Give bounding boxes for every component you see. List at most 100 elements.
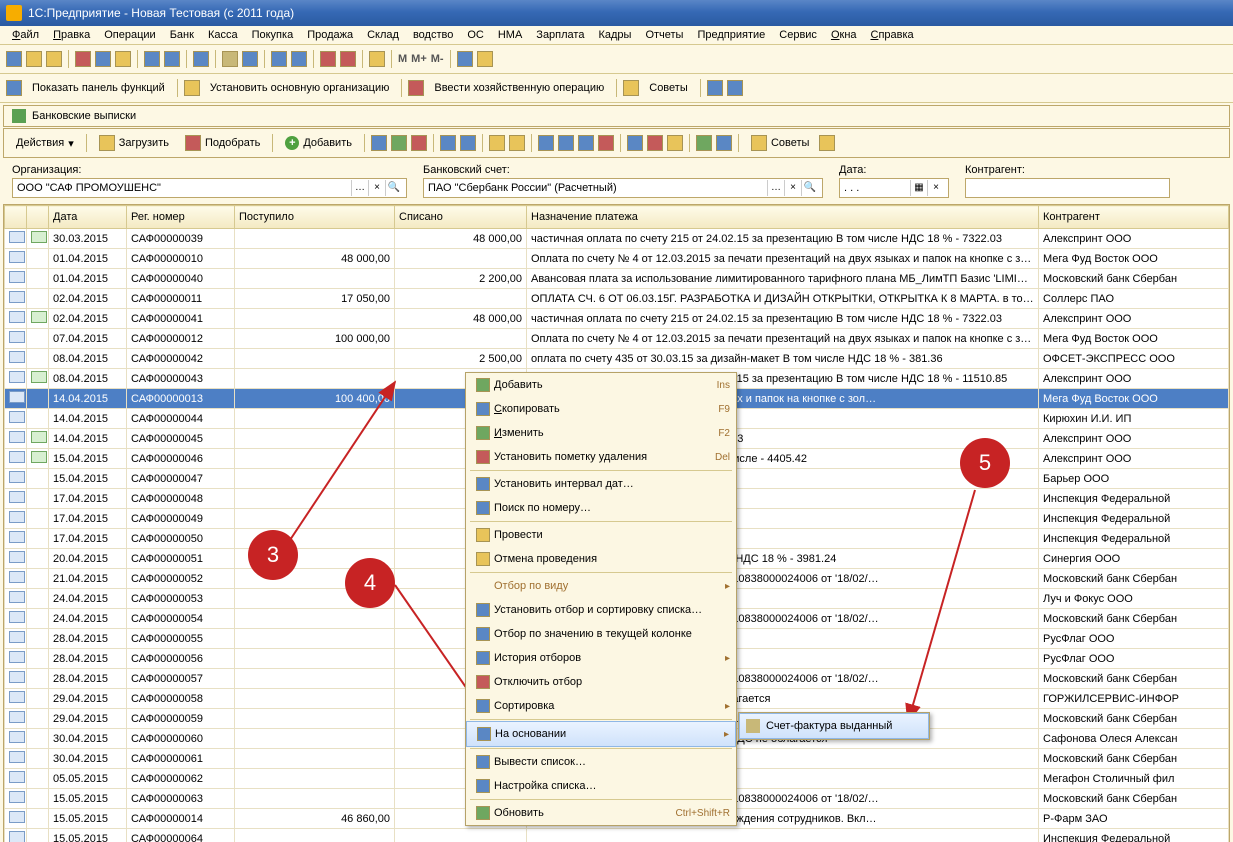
- ctx-настройка-списка-[interactable]: Настройка списка…: [466, 774, 736, 798]
- actions-menu[interactable]: Действия ▾: [10, 135, 80, 152]
- cut-icon[interactable]: [75, 51, 91, 67]
- menu-сервис[interactable]: Сервис: [773, 27, 823, 43]
- clear-icon[interactable]: ×: [927, 180, 944, 196]
- org-icon[interactable]: [184, 80, 200, 96]
- tips-icon[interactable]: [623, 80, 639, 96]
- interval-icon[interactable]: [440, 135, 456, 151]
- clear-icon[interactable]: ×: [784, 180, 801, 196]
- basis-icon[interactable]: [627, 135, 643, 151]
- table-row[interactable]: 08.04.2015САФ000000422 500,00оплата по с…: [5, 349, 1229, 369]
- calendar-icon[interactable]: ▦: [910, 180, 927, 196]
- menu-правка[interactable]: Правка: [47, 27, 96, 43]
- select-icon[interactable]: …: [351, 180, 368, 196]
- menu-нма[interactable]: НМА: [492, 27, 528, 43]
- table-row[interactable]: 02.04.2015САФ0000001117 050,00ОПЛАТА СЧ.…: [5, 289, 1229, 309]
- tool-icon[interactable]: [457, 51, 473, 67]
- column-header[interactable]: [27, 206, 49, 229]
- menu-операции[interactable]: Операции: [98, 27, 161, 43]
- column-header[interactable]: Контрагент: [1039, 206, 1229, 229]
- search-icon[interactable]: [460, 135, 476, 151]
- account-input[interactable]: ПАО "Сбербанк России" (Расчетный) … × 🔍: [423, 178, 823, 198]
- ctx-провести[interactable]: Провести: [466, 523, 736, 547]
- ctx-установить-интервал-дат-[interactable]: Установить интервал дат…: [466, 472, 736, 496]
- filter-icon[interactable]: [538, 135, 554, 151]
- table-row[interactable]: 07.04.2015САФ00000012100 000,00Оплата по…: [5, 329, 1229, 349]
- menu-ос[interactable]: ОС: [461, 27, 490, 43]
- paste-icon[interactable]: [115, 51, 131, 67]
- tips-button[interactable]: Советы: [643, 80, 693, 96]
- help-icon[interactable]: [477, 51, 493, 67]
- ctx-изменить[interactable]: ИзменитьF2: [466, 421, 736, 445]
- m-label[interactable]: M: [398, 53, 407, 65]
- ctx-скопировать[interactable]: СкопироватьF9: [466, 397, 736, 421]
- menu-окна[interactable]: Окна: [825, 27, 863, 43]
- fav-icon[interactable]: [369, 51, 385, 67]
- dt-icon[interactable]: [320, 51, 336, 67]
- goto-icon[interactable]: [291, 51, 307, 67]
- undo-icon[interactable]: [144, 51, 160, 67]
- oper-icon[interactable]: [408, 80, 424, 96]
- column-header[interactable]: [5, 206, 27, 229]
- ctx-установить-пометку-удаления[interactable]: Установить пометку удаленияDel: [466, 445, 736, 469]
- calendar-icon[interactable]: [242, 51, 258, 67]
- dtkt-icon[interactable]: [647, 135, 663, 151]
- column-header[interactable]: Рег. номер: [127, 206, 235, 229]
- open-icon[interactable]: [26, 51, 42, 67]
- menu-кадры[interactable]: Кадры: [592, 27, 637, 43]
- ctx-отмена-проведения[interactable]: Отмена проведения: [466, 547, 736, 571]
- enter-operation-button[interactable]: Ввести хозяйственную операцию: [428, 80, 610, 96]
- edit-icon[interactable]: [391, 135, 407, 151]
- ctx-обновить[interactable]: ОбновитьCtrl+Shift+R: [466, 801, 736, 825]
- menu-продажа[interactable]: Продажа: [301, 27, 359, 43]
- extra-icon[interactable]: [707, 80, 723, 96]
- find-icon[interactable]: [193, 51, 209, 67]
- counterparty-input[interactable]: [965, 178, 1170, 198]
- pick-button[interactable]: Подобрать: [179, 133, 266, 153]
- menu-предприятие[interactable]: Предприятие: [691, 27, 771, 43]
- mminus-label[interactable]: M-: [431, 53, 444, 65]
- ctx-вывести-список-[interactable]: Вывести список…: [466, 750, 736, 774]
- filter-col-icon[interactable]: [558, 135, 574, 151]
- menu-склад[interactable]: Склад: [361, 27, 405, 43]
- submenu-invoice-issued[interactable]: Счет-фактура выданный: [739, 713, 929, 739]
- filter-hist-icon[interactable]: [578, 135, 594, 151]
- table-row[interactable]: 01.04.2015САФ000000402 200,00Авансовая п…: [5, 269, 1229, 289]
- ctx-сортировка[interactable]: Сортировка▸: [466, 694, 736, 718]
- tips-button[interactable]: Советы: [745, 133, 815, 153]
- table-row[interactable]: 02.04.2015САФ0000004148 000,00частичная …: [5, 309, 1229, 329]
- delete-icon[interactable]: [411, 135, 427, 151]
- menu-отчеты[interactable]: Отчеты: [639, 27, 689, 43]
- ctx-на-основании[interactable]: На основании▸: [466, 721, 736, 747]
- show-panel-button[interactable]: Показать панель функций: [26, 80, 171, 96]
- menu-банк[interactable]: Банк: [164, 27, 200, 43]
- struct-icon[interactable]: [667, 135, 683, 151]
- kt-icon[interactable]: [340, 51, 356, 67]
- column-header[interactable]: Поступило: [235, 206, 395, 229]
- column-header[interactable]: Списано: [395, 206, 527, 229]
- ctx-добавить[interactable]: ДобавитьIns: [466, 373, 736, 397]
- table-row[interactable]: 01.04.2015САФ0000001048 000,00Оплата по …: [5, 249, 1229, 269]
- table-row[interactable]: 30.03.2015САФ0000003948 000,00частичная …: [5, 229, 1229, 249]
- print-icon[interactable]: [716, 135, 732, 151]
- copy-icon[interactable]: [371, 135, 387, 151]
- extra-icon[interactable]: [727, 80, 743, 96]
- mplus-label[interactable]: M+: [411, 53, 427, 65]
- panel-icon[interactable]: [6, 80, 22, 96]
- refresh-icon[interactable]: [696, 135, 712, 151]
- select-icon[interactable]: …: [767, 180, 784, 196]
- ctx-история-отборов[interactable]: История отборов▸: [466, 646, 736, 670]
- menu-зарплата[interactable]: Зарплата: [530, 27, 590, 43]
- calc-icon[interactable]: [222, 51, 238, 67]
- copy-icon[interactable]: [95, 51, 111, 67]
- menu-справка[interactable]: Справка: [865, 27, 920, 43]
- column-header[interactable]: Назначение платежа: [527, 206, 1039, 229]
- ctx-отключить-отбор[interactable]: Отключить отбор: [466, 670, 736, 694]
- ctx-отбор-по-значению-в-текущей-колонке[interactable]: Отбор по значению в текущей колонке: [466, 622, 736, 646]
- add-button[interactable]: +Добавить: [279, 134, 358, 152]
- menu-касса[interactable]: Касса: [202, 27, 244, 43]
- column-header[interactable]: Дата: [49, 206, 127, 229]
- link-icon[interactable]: [271, 51, 287, 67]
- ctx-отбор-по-виду[interactable]: Отбор по виду▸: [466, 574, 736, 598]
- clear-icon[interactable]: ×: [368, 180, 385, 196]
- menu-покупка[interactable]: Покупка: [246, 27, 300, 43]
